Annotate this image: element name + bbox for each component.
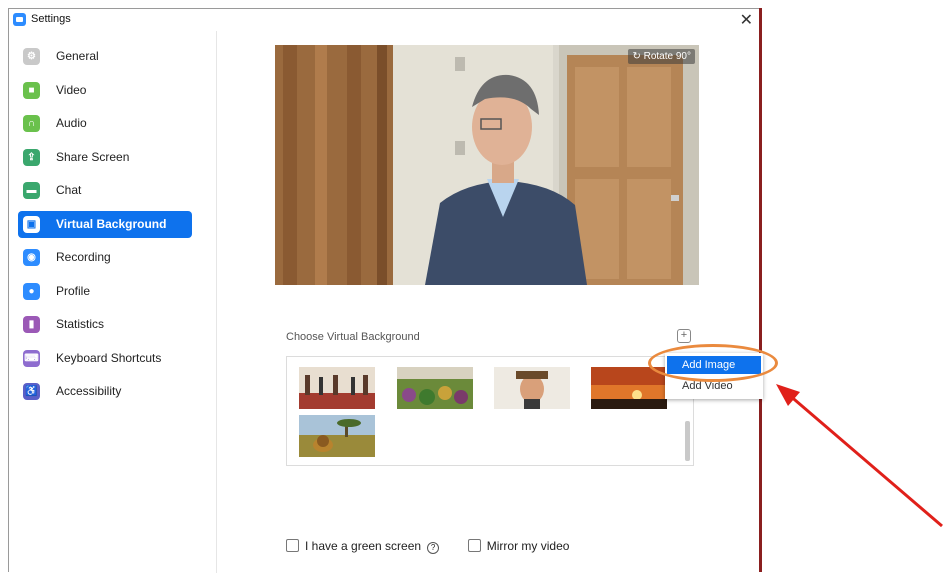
sidebar-item-general[interactable]: ⚙ General <box>18 43 192 70</box>
sidebar-item-video[interactable]: ■ Video <box>18 77 192 104</box>
sidebar-item-label: Statistics <box>56 317 105 331</box>
thumbnail-sunset[interactable] <box>591 367 667 409</box>
thumbnail-ballroom[interactable] <box>299 367 375 409</box>
gear-icon: ⚙ <box>23 48 40 65</box>
sidebar-item-label: Virtual Background <box>56 216 167 231</box>
zoom-app-icon <box>13 13 26 26</box>
sidebar-item-label: Keyboard Shortcuts <box>56 350 162 365</box>
thumbnail-scrollbar[interactable] <box>685 421 690 461</box>
title-bar: Settings ✕ <box>9 9 761 31</box>
add-background-menu: Add Image Add Video <box>665 353 763 399</box>
bar-chart-icon: ▮ <box>23 316 40 333</box>
add-image-menu-item[interactable]: Add Image <box>667 356 761 374</box>
sidebar-item-audio[interactable]: ∩ Audio <box>18 110 192 137</box>
rotate-label: Rotate 90° <box>643 51 691 62</box>
camera-preview-image <box>275 45 699 285</box>
settings-sidebar: ⚙ General ■ Video ∩ Audio ⇪ Share Screen ▬ Chat ▣ V… <box>9 31 217 573</box>
sidebar-item-profile[interactable]: ● Profile <box>18 278 192 305</box>
sunset-thumbnail-image <box>591 367 667 409</box>
sidebar-item-label: Video <box>56 82 87 97</box>
sidebar-item-chat[interactable]: ▬ Chat <box>18 177 192 204</box>
thumbnail-market[interactable] <box>397 367 473 409</box>
window-title: Settings <box>31 13 71 25</box>
close-icon[interactable]: ✕ <box>740 10 753 30</box>
background-thumbnails <box>286 356 694 466</box>
ballroom-thumbnail-image <box>299 367 375 409</box>
sidebar-item-label: Audio <box>56 116 87 130</box>
sidebar-item-accessibility[interactable]: ♿ Accessibility <box>18 378 192 405</box>
choose-background-label: Choose Virtual Background <box>286 331 420 343</box>
keyboard-icon: ⌨ <box>23 349 40 367</box>
sidebar-item-recording[interactable]: ◉ Recording <box>18 244 192 271</box>
headphones-icon: ∩ <box>23 115 40 132</box>
thumbnail-savanna-lion[interactable] <box>299 415 375 457</box>
sidebar-item-virtual-background[interactable]: ▣ Virtual Background <box>18 210 192 238</box>
savanna-lion-thumbnail-image <box>299 415 375 457</box>
add-video-menu-item[interactable]: Add Video <box>667 377 761 395</box>
sidebar-item-label: Share Screen <box>56 149 130 164</box>
virtual-background-panel: ↻ Rotate 90° Choose Virtual Background + <box>217 31 763 573</box>
portrait-thumbnail-image <box>494 367 570 409</box>
help-icon[interactable]: ? <box>427 542 440 554</box>
share-screen-icon: ⇪ <box>23 148 40 166</box>
sidebar-item-label: General <box>56 49 99 63</box>
accessibility-icon: ♿ <box>23 383 40 400</box>
video-camera-icon: ■ <box>23 81 40 99</box>
mirror-video-label: Mirror my video <box>486 539 570 553</box>
sidebar-item-keyboard-shortcuts[interactable]: ⌨ Keyboard Shortcuts <box>18 345 192 372</box>
green-screen-label: I have a green screen <box>305 539 422 553</box>
add-background-button[interactable]: + <box>677 329 691 343</box>
sidebar-item-share-screen[interactable]: ⇪ Share Screen <box>18 144 192 171</box>
mirror-video-checkbox[interactable] <box>467 539 481 552</box>
green-screen-checkbox[interactable] <box>286 539 299 552</box>
video-options: I have a green screen? Mirror my video <box>286 539 569 554</box>
red-arrow-annotation <box>776 384 943 528</box>
record-icon: ◉ <box>23 249 40 266</box>
sidebar-item-label: Recording <box>56 250 111 264</box>
sidebar-item-statistics[interactable]: ▮ Statistics <box>18 311 192 338</box>
camera-preview: ↻ Rotate 90° <box>275 45 699 285</box>
user-icon: ● <box>23 282 40 300</box>
settings-window: Settings ✕ ⚙ General ■ Video ∩ Audio ⇪ Share Sc… <box>8 8 763 573</box>
thumbnail-portrait[interactable] <box>494 367 570 409</box>
rotate-button[interactable]: ↻ Rotate 90° <box>628 49 695 64</box>
portrait-icon: ▣ <box>23 215 40 233</box>
chat-bubble-icon: ▬ <box>23 182 40 199</box>
sidebar-item-label: Profile <box>56 283 91 298</box>
sidebar-item-label: Chat <box>56 183 82 197</box>
market-thumbnail-image <box>397 367 473 409</box>
sidebar-item-label: Accessibility <box>56 384 122 398</box>
window-frame-edge <box>759 8 762 572</box>
